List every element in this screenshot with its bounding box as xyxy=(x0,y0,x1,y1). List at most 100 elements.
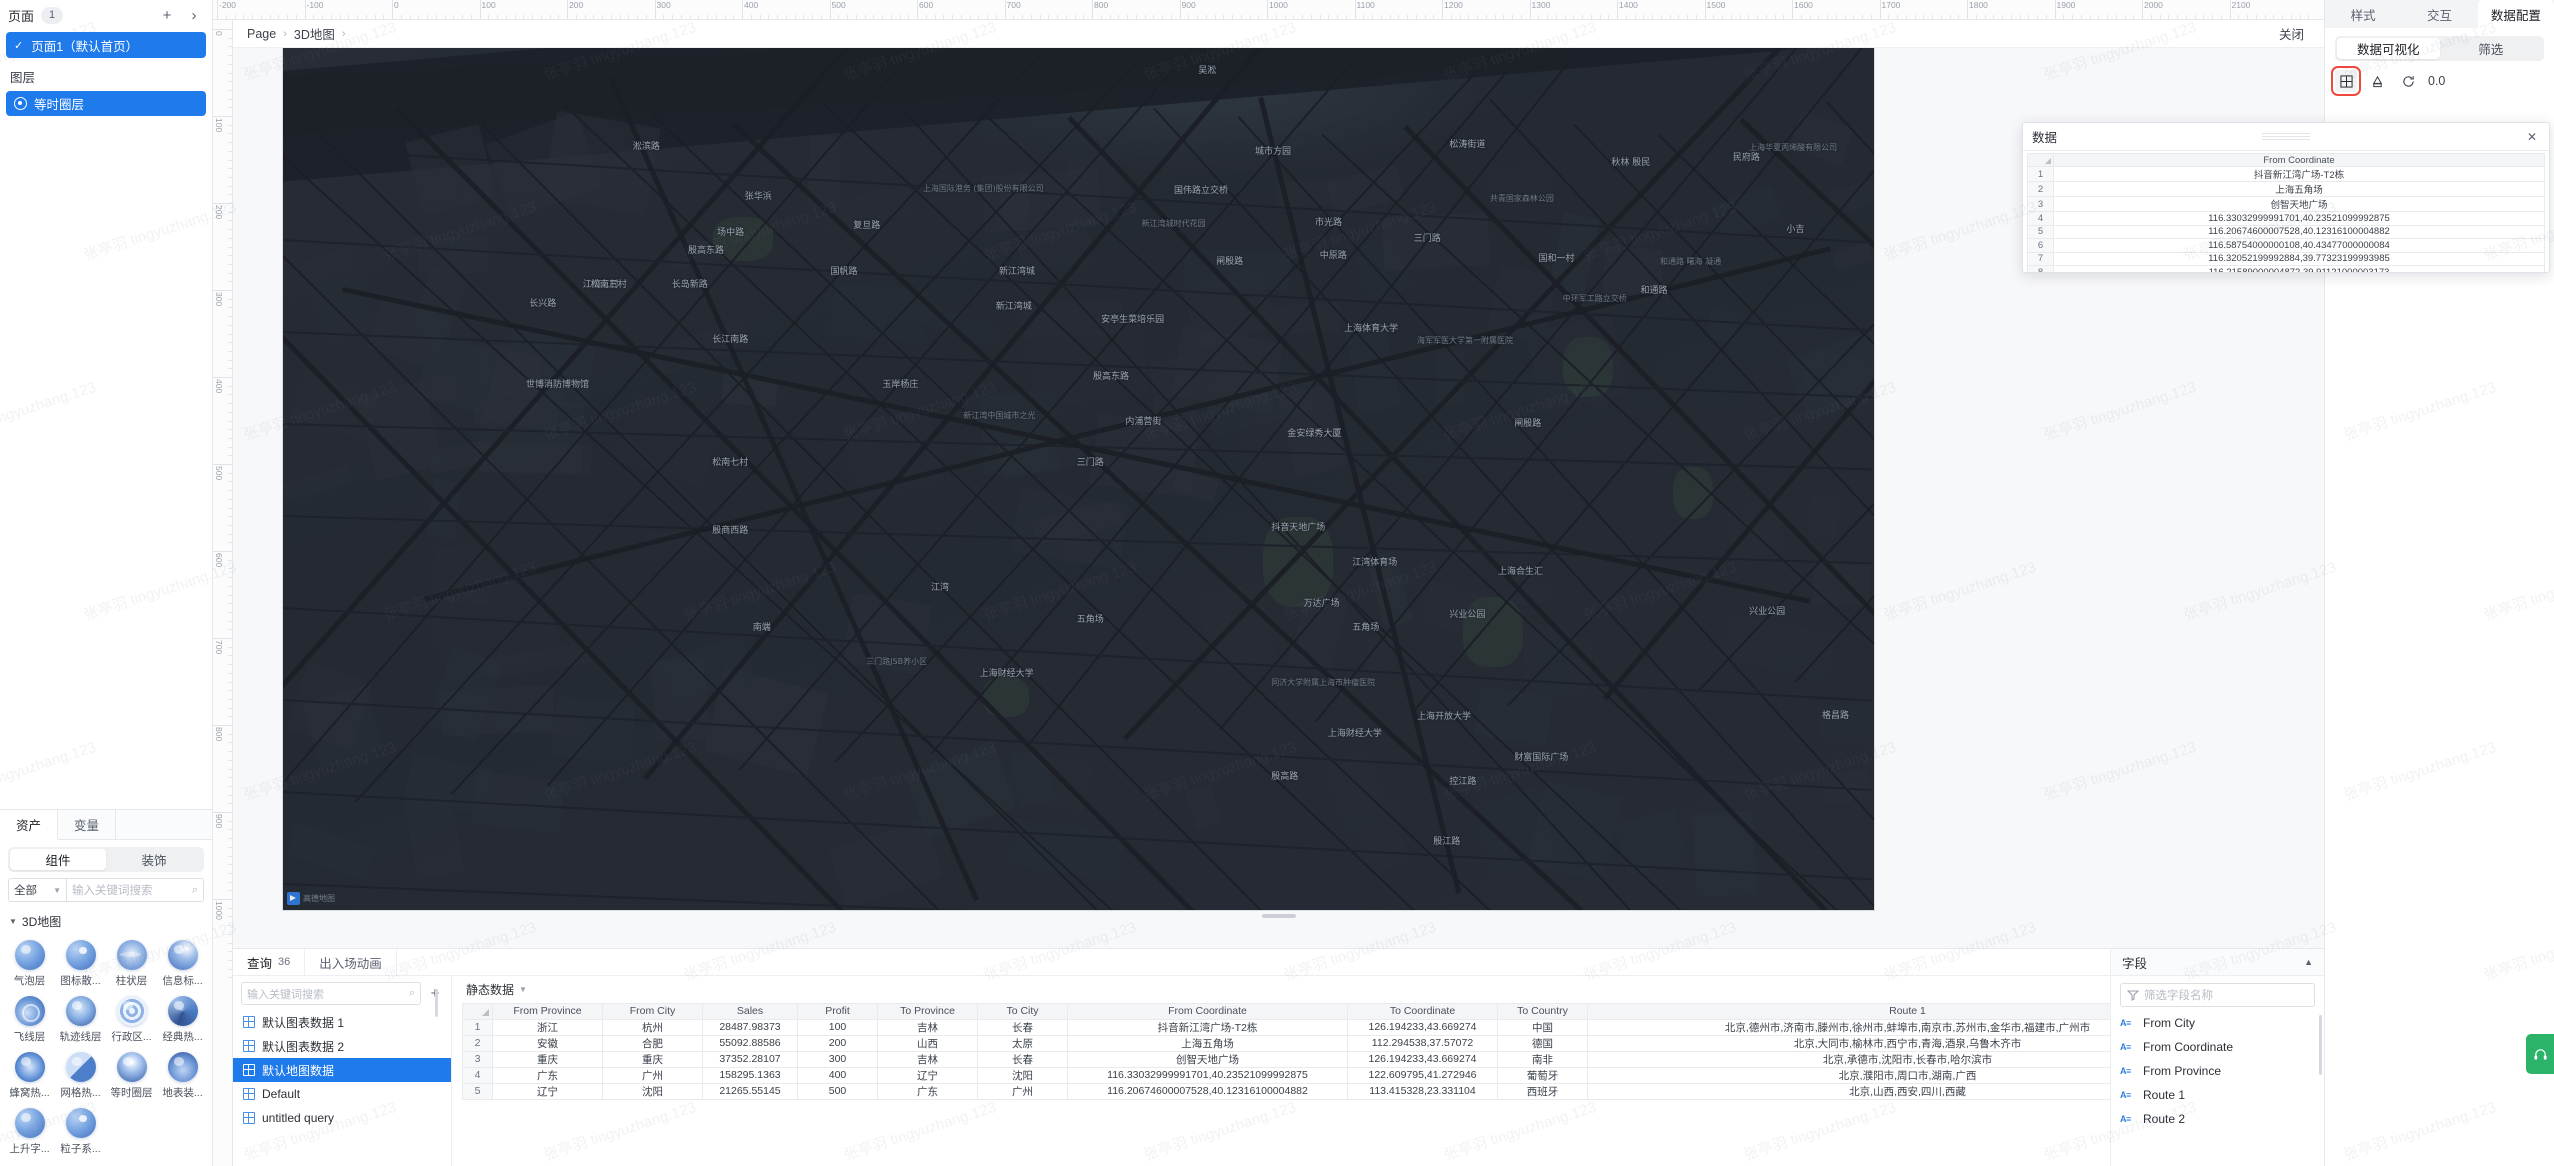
breadcrumb-item-3dmap[interactable]: 3D地图 xyxy=(294,24,335,43)
data-mode-row: 静态数据 ▼ xyxy=(462,981,2324,1003)
abc-text-icon: A≡ xyxy=(2120,1114,2131,1124)
component-label: 网格热... xyxy=(60,1087,101,1099)
tab-assets[interactable]: 资产 xyxy=(0,810,59,840)
map-canvas[interactable]: 吴淞 淞滨路 张华浜 上海国际港务 (集团)股份有限公司 城市方园 松涛街道 共青国家森林公… xyxy=(283,48,1874,910)
table-row[interactable]: 5 辽宁 沈阳 21265.55145 500 广东 广州 116.2067460000752… xyxy=(462,1082,2324,1100)
component-column-layer-icon[interactable]: 柱状层 xyxy=(106,936,157,990)
map-stage[interactable]: 吴淞 淞滨路 张华浜 上海国际港务 (集团)股份有限公司 城市方园 松涛街道 共青国家森林公… xyxy=(283,48,1874,910)
field-item[interactable]: A≡ Route 1 xyxy=(2111,1083,2324,1107)
table-row[interactable]: 6 116.58754000000108,40.43477000000084 xyxy=(2027,238,2545,253)
table-row[interactable]: 3 创智天地广场 xyxy=(2027,196,2545,213)
chevron-up-icon[interactable]: ▲ xyxy=(2304,957,2313,967)
table-row[interactable]: 1 抖音新江湾广场-T2栋 xyxy=(2027,166,2545,183)
tab-interaction[interactable]: 交互 xyxy=(2401,0,2477,28)
table-row[interactable]: 1 浙江 杭州 28487.98373 100 吉林 长春 抖音新江湾广场-T2栋 126.19… xyxy=(462,1018,2324,1036)
table-cell: 55092.88586 xyxy=(702,1034,798,1052)
segment-data-visualization[interactable]: 数据可视化 xyxy=(2337,38,2440,59)
map-label: 中原路 xyxy=(1319,250,1347,261)
component-hexagon-heatmap-layer-icon[interactable]: 蜂窝热... xyxy=(4,1048,55,1102)
table-cell: 200 xyxy=(797,1034,878,1052)
map-block xyxy=(1473,685,1554,745)
datasource-scrollbar[interactable] xyxy=(435,989,438,1017)
segment-filter[interactable]: 筛选 xyxy=(2440,38,2543,59)
tab-enter-exit-animation[interactable]: 出入场动画 xyxy=(305,949,397,975)
datasource-item[interactable]: untitled query xyxy=(233,1106,451,1130)
table-row[interactable]: 5 116.20674600007528,40.12316100004882 xyxy=(2027,224,2545,240)
component-grid-heatmap-layer-icon[interactable]: 网格热... xyxy=(55,1048,106,1102)
map-label: 兴业公园 xyxy=(1749,607,1786,617)
help-fab-button[interactable] xyxy=(2526,1034,2554,1074)
datasource-item[interactable]: 默认图表数据 1 xyxy=(233,1010,451,1034)
table-cell: 创智天地广场 xyxy=(1067,1050,1348,1068)
table-row[interactable]: 7 116.32052199992884,39.77323199993985 xyxy=(2027,251,2545,266)
tab-data-config[interactable]: 数据配置 xyxy=(2477,0,2554,28)
canvas-resize-handle[interactable] xyxy=(1261,914,1296,918)
table-row[interactable]: 4 广东 广州 158295.1363 400 辽宁 沈阳 116.3303299999170… xyxy=(462,1066,2324,1084)
component-icon-scatter-layer-icon[interactable]: 图标散... xyxy=(55,936,106,990)
component-classic-heatmap-layer-icon[interactable]: 经典热... xyxy=(157,992,208,1046)
datasource-item[interactable]: 默认图表数据 2 xyxy=(233,1034,451,1058)
field-item[interactable]: A≡ From Province xyxy=(2111,1059,2324,1083)
asset-group-3d-map[interactable]: ▼ 3D地图 xyxy=(0,909,212,936)
table-row[interactable]: 4 116.33032999991701,40.23521099992875 xyxy=(2027,211,2545,226)
chevron-right-icon[interactable]: › xyxy=(184,5,204,25)
component-surface-decoration-icon[interactable]: 地表装... xyxy=(157,1048,208,1102)
datasource-label: 默认地图数据 xyxy=(262,1063,335,1078)
classic-heatmap-layer-icon xyxy=(167,996,198,1026)
table-grid-icon[interactable] xyxy=(2331,66,2361,96)
map-label: 海军军医大学第一附属医院 xyxy=(1417,336,1513,346)
table-row[interactable]: 2 安徽 合肥 55092.88586 200 山西 太原 上海五角场 112.294538,3… xyxy=(462,1034,2324,1052)
map-label: 闸殷路 xyxy=(1514,419,1542,430)
brush-icon[interactable] xyxy=(2366,70,2388,92)
page-item-home[interactable]: ✓ 页面1（默认首页） xyxy=(6,32,206,58)
breadcrumb-item-page[interactable]: Page xyxy=(247,27,276,41)
component-trackline-layer-icon[interactable]: 轨迹线层 xyxy=(55,992,106,1046)
field-item[interactable]: A≡ From Coordinate xyxy=(2111,1035,2324,1059)
tab-variables[interactable]: 变量 xyxy=(58,810,117,839)
table-row[interactable]: 3 重庆 重庆 37352.28107 300 吉林 长春 创智天地广场 126.194233,… xyxy=(462,1050,2324,1068)
drag-handle-icon[interactable] xyxy=(2262,132,2310,141)
canvas-area[interactable]: 吴淞 淞滨路 张华浜 上海国际港务 (集团)股份有限公司 城市方园 松涛街道 共青国家森林公… xyxy=(233,48,2324,948)
layer-item-isochrone[interactable]: 等时圈层 xyxy=(6,91,206,116)
close-icon[interactable]: ✕ xyxy=(2524,130,2540,144)
datasource-label: Default xyxy=(262,1087,301,1101)
component-info-marker-layer-icon[interactable]: 信息标... xyxy=(157,936,208,990)
category-filter-select[interactable]: 全部 ▼ xyxy=(8,878,66,902)
refresh-icon[interactable] xyxy=(2397,70,2419,92)
segment-components[interactable]: 组件 xyxy=(10,849,106,870)
data-popup[interactable]: 数据 ✕ From Coordinate 1 抖音新江湾广场-T2栋 2 上海五角场 3… xyxy=(2022,122,2550,273)
tab-style[interactable]: 样式 xyxy=(2325,0,2401,28)
asset-search-input[interactable]: 输入关键词搜索 ⌕ xyxy=(66,878,204,902)
table-row[interactable]: 2 上海五角场 xyxy=(2027,181,2545,198)
datasource-item[interactable]: 默认地图数据 xyxy=(233,1058,451,1082)
component-flyline-layer-icon[interactable]: 飞线层 xyxy=(4,992,55,1046)
map-label: 殷江路 xyxy=(1433,837,1461,848)
table-cell: 122.609795,41.272946 xyxy=(1347,1066,1498,1084)
tab-query[interactable]: 查询 36 xyxy=(233,949,306,975)
fields-search-input[interactable]: 筛选字段名称 xyxy=(2120,983,2315,1007)
plus-icon[interactable]: + xyxy=(157,5,177,25)
datasource-item[interactable]: Default xyxy=(233,1082,451,1106)
component-admin-district-layer-icon[interactable]: 行政区... xyxy=(106,992,157,1046)
component-label: 柱状层 xyxy=(115,975,148,987)
segment-decorations[interactable]: 装饰 xyxy=(106,849,202,870)
map-label: 兴业公园 xyxy=(1449,610,1486,621)
component-bubble-layer-icon[interactable]: 气泡层 xyxy=(4,936,55,990)
field-item[interactable]: A≡ Route 2 xyxy=(2111,1107,2324,1131)
table-row[interactable]: 8116.21589000004872,39.91121000003173 xyxy=(2027,264,2545,272)
table-cell: 吉林 xyxy=(877,1018,978,1036)
fields-scrollbar[interactable] xyxy=(2319,1015,2322,1075)
component-isochrone-layer-icon[interactable]: 等时圈层 xyxy=(106,1048,157,1102)
component-label: 气泡层 xyxy=(13,975,46,987)
column-layer-icon xyxy=(116,940,147,970)
datasource-search-input[interactable]: 输入关键词搜索 ⌕ xyxy=(241,982,421,1005)
table-cell: 重庆 xyxy=(602,1050,703,1068)
data-mode-select[interactable]: 静态数据 ▼ xyxy=(466,981,527,998)
close-button[interactable]: 关闭 xyxy=(2279,24,2310,43)
datasource-search-row: 输入关键词搜索 ⌕ + xyxy=(233,982,451,1005)
component-rising-text-icon[interactable]: 上升字... xyxy=(4,1104,55,1158)
component-particle-system-icon[interactable]: 粒子系... xyxy=(55,1104,106,1158)
map-label: 殷高东路 xyxy=(1093,372,1130,383)
field-item[interactable]: A≡ From City xyxy=(2111,1011,2324,1035)
data-mode-label: 静态数据 xyxy=(466,983,515,997)
